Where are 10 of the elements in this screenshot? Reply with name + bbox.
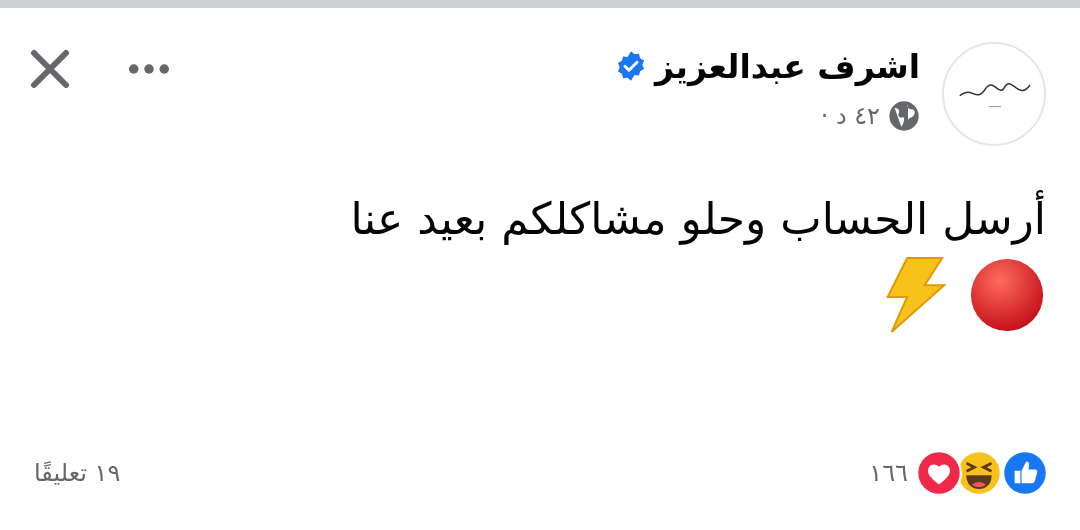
- post-time: ٤٢ د ·: [820, 101, 880, 130]
- like-reaction-icon[interactable]: [1002, 450, 1048, 496]
- reaction-count[interactable]: ١٦٦: [869, 459, 908, 487]
- more-options-icon[interactable]: [128, 63, 170, 75]
- love-reaction-icon[interactable]: [916, 450, 962, 496]
- close-icon[interactable]: [30, 49, 70, 89]
- comment-count[interactable]: ١٩ تعليقًا: [34, 459, 121, 487]
- author-name[interactable]: اشرف عبدالعزيز: [655, 46, 920, 86]
- post-text: أرسل الحساب وحلو مشاكلكم بعيد عنا: [30, 186, 1046, 252]
- record-dot-icon: [968, 256, 1046, 334]
